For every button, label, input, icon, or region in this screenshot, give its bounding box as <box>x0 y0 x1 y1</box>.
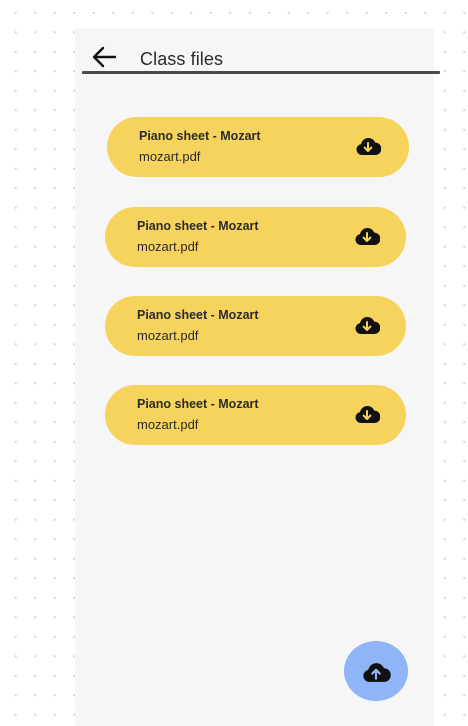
file-title: Piano sheet - Mozart <box>137 308 259 322</box>
download-button[interactable] <box>354 315 380 335</box>
cloud-download-icon <box>355 316 380 335</box>
file-title: Piano sheet - Mozart <box>139 129 261 143</box>
upload-fab[interactable] <box>344 641 408 701</box>
file-item[interactable]: Piano sheet - Mozart mozart.pdf <box>107 117 409 177</box>
file-item[interactable]: Piano sheet - Mozart mozart.pdf <box>105 207 406 267</box>
file-filename: mozart.pdf <box>139 149 201 164</box>
file-title: Piano sheet - Mozart <box>137 219 259 233</box>
file-filename: mozart.pdf <box>137 328 199 343</box>
header-divider <box>82 71 440 74</box>
download-button[interactable] <box>354 226 380 246</box>
upload-icon-wrap <box>361 661 391 683</box>
cloud-upload-icon <box>363 663 391 682</box>
app-header: Class files <box>75 28 434 75</box>
cloud-download-icon <box>356 137 381 156</box>
cloud-download-icon <box>355 227 380 246</box>
file-item[interactable]: Piano sheet - Mozart mozart.pdf <box>105 385 406 445</box>
arrow-left-icon <box>92 46 117 68</box>
file-filename: mozart.pdf <box>137 417 199 432</box>
file-title: Piano sheet - Mozart <box>137 397 259 411</box>
download-button[interactable] <box>355 136 381 156</box>
file-filename: mozart.pdf <box>137 239 199 254</box>
download-button[interactable] <box>354 404 380 424</box>
back-button[interactable] <box>90 45 118 69</box>
file-item[interactable]: Piano sheet - Mozart mozart.pdf <box>105 296 406 356</box>
page-title: Class files <box>140 49 224 69</box>
cloud-download-icon <box>355 405 380 424</box>
